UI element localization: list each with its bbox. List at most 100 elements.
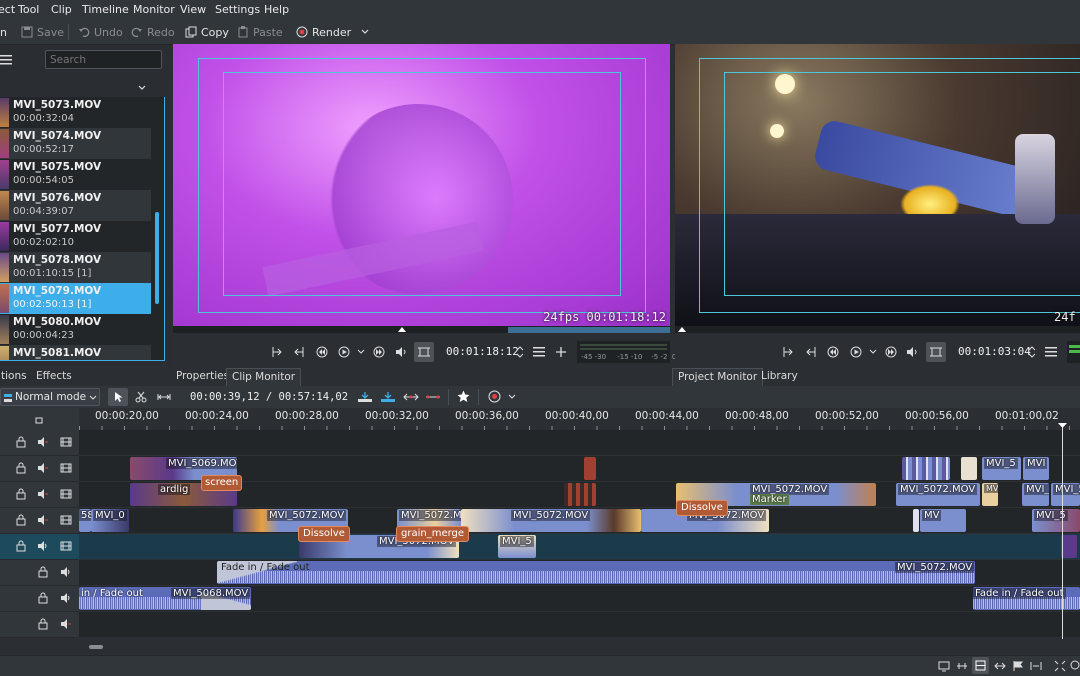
timeline-clip[interactable]: 58 — [79, 509, 91, 532]
copy-button[interactable]: Copy — [185, 24, 229, 40]
open-button[interactable]: n — [0, 24, 7, 40]
dissolve-transition[interactable]: Dissolve — [298, 526, 350, 542]
chevron-down-icon[interactable] — [869, 349, 877, 355]
lock-icon[interactable] — [38, 592, 48, 604]
zoom-out-icon[interactable] — [1070, 660, 1080, 672]
timeline-clip[interactable]: MVI_5072.MOV — [896, 483, 980, 506]
lock-icon[interactable] — [16, 488, 26, 500]
fit-timeline-icon[interactable] — [1030, 660, 1042, 672]
zoom-fit-icon[interactable] — [1054, 660, 1066, 672]
volume-icon[interactable] — [395, 346, 407, 358]
lock-icon[interactable] — [16, 462, 26, 474]
menu-view[interactable]: View — [180, 3, 206, 16]
mute-audio-icon[interactable] — [37, 462, 49, 474]
track-v1-selected[interactable]: MVI_5072.MOV MVI_5 Dissolve grain_merge — [79, 526, 1080, 560]
rewind-icon[interactable] — [827, 346, 839, 358]
tab-library[interactable]: Library — [756, 368, 803, 385]
timeline-clip[interactable]: MVI_50 — [1051, 483, 1080, 506]
audio-icon[interactable] — [60, 566, 72, 578]
list-item[interactable]: MVI_5077.MOV 00:02:02:10 — [0, 221, 151, 252]
fit-zoom-button[interactable] — [414, 342, 434, 362]
monitor-icon[interactable] — [938, 660, 950, 672]
tab-effects[interactable]: Effects — [31, 368, 77, 385]
horizontal-scrollbar[interactable] — [89, 645, 103, 649]
timeline-clip[interactable]: MVI_0 — [91, 509, 129, 532]
menu-monitor[interactable]: Monitor — [133, 3, 175, 16]
paste-button[interactable]: Paste — [237, 24, 283, 40]
list-item[interactable]: MVI_5074.MOV 00:00:52:17 — [0, 128, 151, 159]
insert-clip-icon[interactable] — [357, 391, 373, 403]
playhead-marker-icon[interactable] — [1058, 423, 1067, 429]
menu-help[interactable]: Help — [264, 3, 289, 16]
flag-icon[interactable] — [1012, 660, 1024, 672]
timeline-clip[interactable]: MVI_5 — [1032, 509, 1080, 532]
transition-label[interactable]: screen — [201, 475, 243, 491]
tab-compositions[interactable]: tions — [0, 368, 32, 385]
menu-settings[interactable]: Settings — [215, 3, 260, 16]
track-v3[interactable]: ardlig screen MVI_5072.MOV Marker MVI_507… — [79, 475, 1080, 508]
spin-arrows-icon[interactable] — [516, 346, 524, 358]
mute-audio-icon[interactable] — [37, 514, 49, 526]
track-a1[interactable]: Fade in / Fade out MVI_5072.MOV — [79, 560, 1080, 586]
tab-project-monitor[interactable]: Project Monitor — [672, 368, 764, 386]
render-button[interactable]: Render — [296, 24, 369, 40]
menu-tool[interactable]: Tool — [18, 3, 39, 16]
list-item[interactable]: MVI_5076.MOV 00:04:39:07 — [0, 190, 151, 221]
set-zone-in-icon[interactable] — [782, 346, 794, 358]
hamburger-menu-icon[interactable] — [1045, 347, 1057, 357]
menu-clip[interactable]: Clip — [51, 3, 72, 16]
track-v2[interactable]: 58 MVI_0 MVI_5072.MOV MVI_5072.M MVI_507… — [79, 500, 1080, 534]
lock-icon[interactable] — [38, 566, 48, 578]
track-a2[interactable]: in / Fade out MVI_5068.MOV Fade in / Fad… — [79, 586, 1080, 612]
save-button[interactable]: Save — [21, 24, 64, 40]
redo-button[interactable]: Redo — [131, 24, 175, 40]
timeline-clip[interactable]: MVI_5 — [498, 535, 536, 558]
dissolve-transition[interactable]: Dissolve — [676, 500, 728, 516]
list-item[interactable]: MVI_5081.MOV — [0, 345, 151, 360]
clip-monitor-timecode[interactable]: 00:01:18:12 — [446, 345, 519, 358]
track-v5[interactable] — [79, 430, 1080, 456]
mute-audio-icon[interactable] — [37, 488, 49, 500]
audio-icon[interactable] — [37, 540, 49, 552]
bin-scrollbar[interactable] — [155, 212, 159, 304]
spacer-tool-icon[interactable] — [157, 391, 171, 403]
chevron-down-icon[interactable] — [508, 394, 516, 400]
hide-video-icon[interactable] — [60, 488, 72, 500]
star-favorite-icon[interactable] — [457, 390, 470, 403]
set-zone-out-icon[interactable] — [805, 346, 817, 358]
spin-arrows-icon[interactable] — [1028, 346, 1036, 358]
forward-icon[interactable] — [885, 346, 897, 358]
timeline-clip[interactable] — [913, 509, 919, 532]
timeline-ruler[interactable]: 00:00:20,00 00:00:24,00 00:00:28,00 00:0… — [79, 408, 1080, 431]
mute-audio-icon[interactable] — [60, 618, 72, 630]
audio-clip[interactable]: in / Fade out MVI_5068.MOV — [79, 587, 251, 610]
lock-icon[interactable] — [38, 618, 48, 630]
extract-icon[interactable] — [425, 391, 441, 403]
project-monitor-timecode[interactable]: 00:01:03:04 — [958, 345, 1031, 358]
lift-icon[interactable] — [403, 391, 419, 403]
mute-audio-icon[interactable] — [37, 436, 49, 448]
undo-button[interactable]: Undo — [78, 24, 123, 40]
lock-icon[interactable] — [16, 436, 26, 448]
lock-icon[interactable] — [16, 540, 26, 552]
edit-mode-select[interactable]: Normal mode — [0, 388, 100, 406]
audio-icon[interactable] — [60, 592, 72, 604]
hide-video-icon[interactable] — [60, 462, 72, 474]
tab-properties[interactable]: Properties — [171, 368, 234, 385]
timeline-clip[interactable] — [902, 457, 950, 480]
hide-video-icon[interactable] — [60, 436, 72, 448]
selection-tool-button[interactable] — [108, 388, 128, 406]
menu-timeline[interactable]: Timeline — [82, 3, 129, 16]
volume-icon[interactable] — [906, 346, 918, 358]
project-monitor-ruler[interactable] — [675, 326, 1080, 333]
rewind-icon[interactable] — [316, 346, 328, 358]
timeline-playhead[interactable] — [1062, 424, 1063, 639]
bin-column-header[interactable] — [0, 80, 151, 98]
list-item-selected[interactable]: MVI_5079.MOV 00:02:50:13 [1] — [0, 283, 151, 314]
timeline-clip[interactable]: MVI_5 — [1022, 483, 1049, 506]
razor-tool-icon[interactable] — [135, 391, 147, 403]
timeline-clip[interactable] — [1061, 535, 1077, 558]
tab-clip-monitor[interactable]: Clip Monitor — [226, 368, 302, 386]
overwrite-clip-icon[interactable] — [380, 391, 396, 403]
search-input[interactable] — [45, 50, 162, 69]
